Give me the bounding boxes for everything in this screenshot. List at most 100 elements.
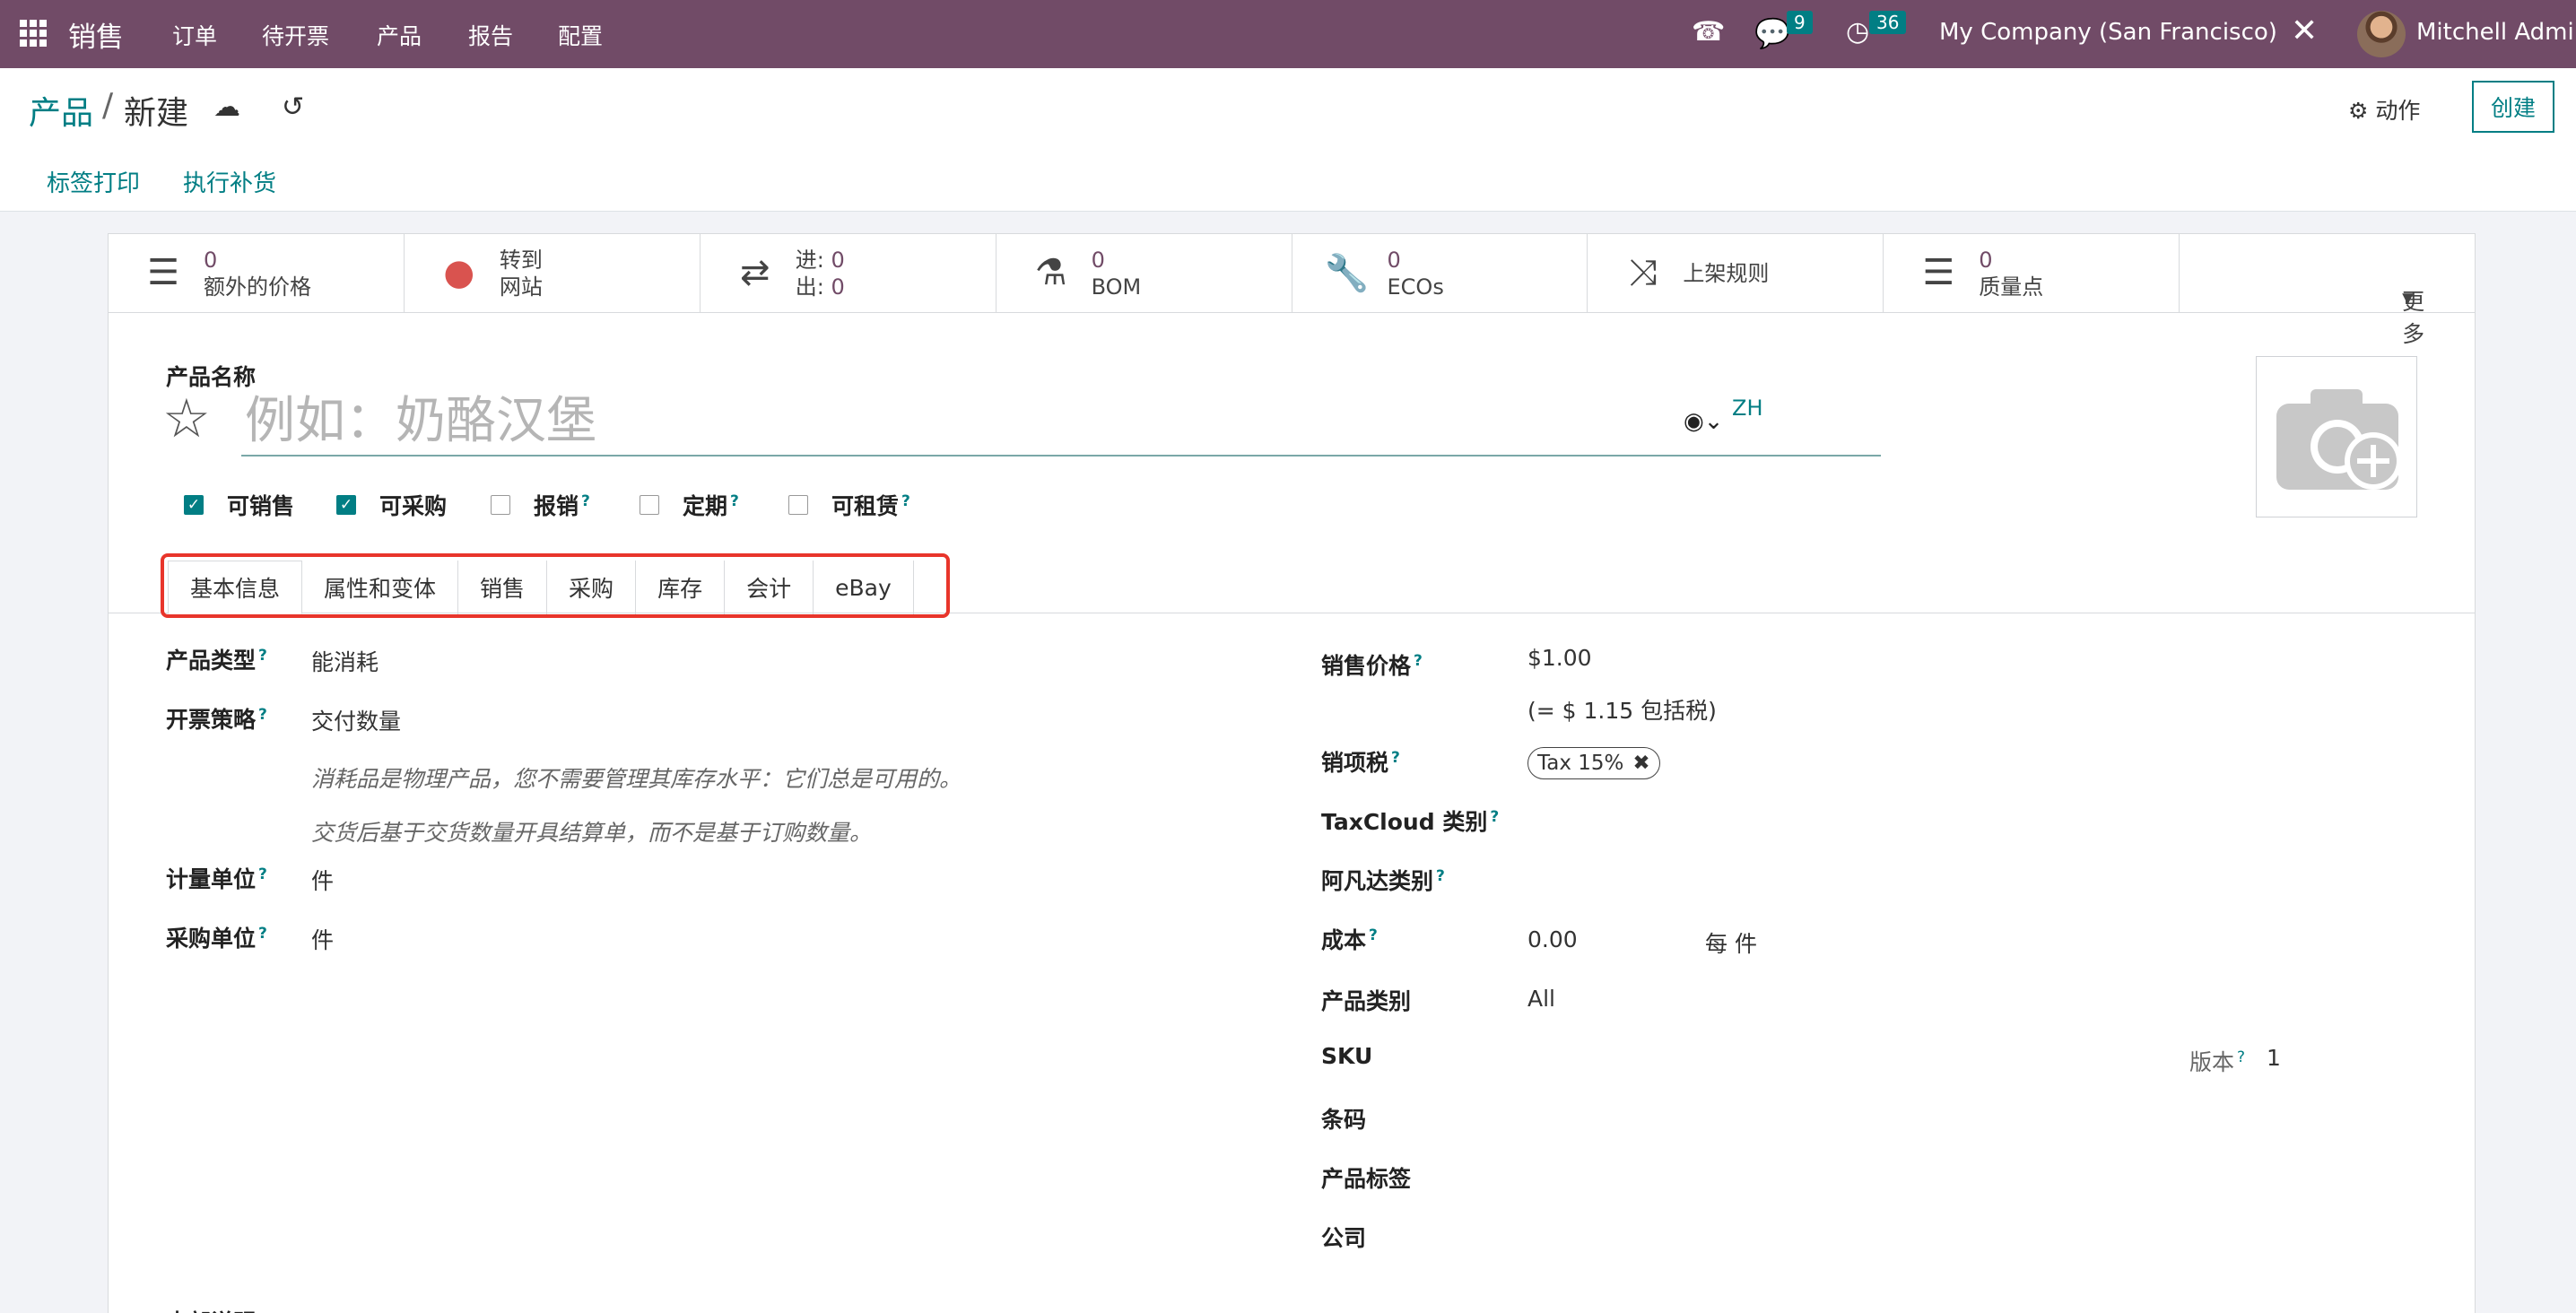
transfer-icon: ⇄ [739,252,770,293]
help-icon[interactable]: ? [730,492,739,510]
print-labels-button[interactable]: 标签打印 [47,165,140,198]
flask-icon: ⚗ [1034,252,1067,293]
purchase-uom-label: 采购单位? [166,924,267,952]
quality-points-button[interactable]: ☰ 0 质量点 [1884,234,2180,313]
can-be-rented-checkbox[interactable]: 可租赁? [788,491,910,519]
purchase-uom-field[interactable]: 件 [311,923,334,955]
invoice-policy-label: 开票策略? [166,705,267,733]
tab-accounting[interactable]: 会计 [725,561,814,614]
uom-label: 计量单位? [166,865,267,892]
taxcloud-category-label: TaxCloud 类别? [1321,807,1500,835]
ecos-label: ECOs [1387,274,1444,300]
putaway-rules-label: 上架规则 [1683,261,1770,286]
go-to-label: 转到 [499,248,543,273]
sales-tax-label: 销项税? [1321,748,1400,776]
tab-attributes-variants[interactable]: 属性和变体 [302,561,459,614]
phone-icon[interactable]: ☎ [1692,16,1725,48]
in-count: 0 [831,248,845,273]
version-field[interactable]: 1 [2267,1045,2281,1071]
sales-price-field[interactable]: $1.00 [1527,645,1592,671]
avatax-category-label: 阿凡达类别? [1321,866,1445,894]
putaway-rules-button[interactable]: ⤨ 上架规则 [1588,234,1884,313]
apps-grid-icon[interactable] [20,20,47,47]
tab-inventory[interactable]: 库存 [636,561,726,614]
activities-clock-icon[interactable]: ◷ [1846,16,1869,48]
menu-configuration[interactable]: 配置 [558,19,603,51]
camera-plus-icon [2276,389,2402,490]
caret-down-icon: ▾ [2402,284,2414,310]
sales-tax-tag[interactable]: Tax 15% ✖ [1527,747,1660,779]
checkbox-empty-icon[interactable] [491,495,510,515]
quality-points-label: 质量点 [1979,274,2044,300]
remove-tag-icon[interactable]: ✖ [1632,752,1649,775]
ecos-count: 0 [1387,248,1401,273]
product-image-placeholder[interactable] [2256,356,2417,517]
cost-field[interactable]: 0.00 [1527,926,1578,952]
discard-undo-icon[interactable]: ↺ [282,91,304,123]
tab-ebay[interactable]: eBay [814,561,914,614]
tab-general-info[interactable]: 基本信息 [168,561,303,614]
save-cloud-icon[interactable]: ☁ [213,91,240,123]
checkbox-empty-icon[interactable] [788,495,808,515]
can-be-sold-checkbox[interactable]: ✓ 可销售 [184,491,294,519]
menu-to-invoice[interactable]: 待开票 [262,19,329,51]
out-label: 出: [795,274,824,300]
barcode-label: 条码 [1321,1107,1367,1133]
uom-field[interactable]: 件 [311,864,334,896]
product-name-input[interactable] [241,387,1881,457]
can-be-purchased-label: 可采购 [379,493,448,519]
top-navbar: 销售 订单 待开票 产品 报告 配置 ☎ 💬 9 ◷ 36 My Company… [0,0,2576,68]
translate-user-icon[interactable]: ◉⌄ [1684,408,1723,435]
in-out-button[interactable]: ⇄ 进: 0 出: 0 [701,234,996,313]
help-icon[interactable]: ? [581,492,590,510]
version-label: 版本? [2189,1048,2246,1075]
tab-purchase[interactable]: 采购 [547,561,637,614]
wrench-icon: 🔧 [1324,252,1370,294]
menu-products[interactable]: 产品 [377,19,422,51]
breadcrumb-separator: / [102,87,114,124]
tab-sales[interactable]: 销售 [458,561,548,614]
ecos-button[interactable]: 🔧 0 ECOs [1292,234,1588,313]
gear-icon: ⚙ [2348,98,2369,124]
messages-icon[interactable]: 💬 [1754,16,1790,50]
activities-badge: 36 [1869,11,1907,34]
menu-reporting[interactable]: 报告 [468,19,513,51]
cost-label: 成本? [1321,926,1378,953]
checkbox-checked-icon[interactable]: ✓ [184,495,204,515]
website-label: 网站 [499,274,543,300]
favorite-star-icon[interactable]: ☆ [162,392,211,446]
breadcrumb-products[interactable]: 产品 [29,87,93,134]
user-menu[interactable]: Mitchell Admin [2416,19,2576,46]
extra-prices-button[interactable]: ☰ 0 额外的价格 [109,234,405,313]
out-count: 0 [831,274,845,300]
company-switcher[interactable]: My Company (San Francisco) [1939,19,2277,46]
in-label: 进: [795,248,824,273]
tools-icon[interactable]: ✕ [2291,13,2318,49]
replenish-button[interactable]: 执行补货 [183,165,276,198]
create-button[interactable]: 创建 [2472,81,2554,133]
list-icon: ☰ [1922,252,1955,293]
action-menu-button[interactable]: ⚙ 动作 [2348,93,2420,126]
product-type-label: 产品类型? [166,646,267,674]
extra-prices-count: 0 [204,248,218,273]
menu-orders[interactable]: 订单 [172,19,217,51]
invoice-policy-field[interactable]: 交付数量 [311,704,401,736]
app-name[interactable]: 销售 [68,14,124,55]
company-label: 公司 [1321,1225,1367,1251]
checkbox-empty-icon[interactable] [640,495,659,515]
language-code[interactable]: ZH [1732,396,1763,421]
recurring-label: 定期? [683,491,739,519]
can-be-purchased-checkbox[interactable]: ✓ 可采购 [336,491,447,519]
product-category-field[interactable]: All [1527,986,1555,1012]
avatar[interactable] [2357,11,2406,57]
go-to-website-button[interactable]: ● 转到 网站 [405,234,701,313]
product-type-field[interactable]: 能消耗 [311,645,379,677]
breadcrumb-current: 新建 [124,95,189,132]
more-button[interactable]: 更多 ▾ [2180,234,2475,347]
recurring-checkbox[interactable]: 定期? [640,491,739,519]
sales-price-label: 销售价格? [1321,651,1423,679]
checkbox-checked-icon[interactable]: ✓ [336,495,356,515]
help-icon[interactable]: ? [901,492,910,510]
can-be-expensed-checkbox[interactable]: 报销? [491,491,590,519]
bom-button[interactable]: ⚗ 0 BOM [996,234,1292,313]
